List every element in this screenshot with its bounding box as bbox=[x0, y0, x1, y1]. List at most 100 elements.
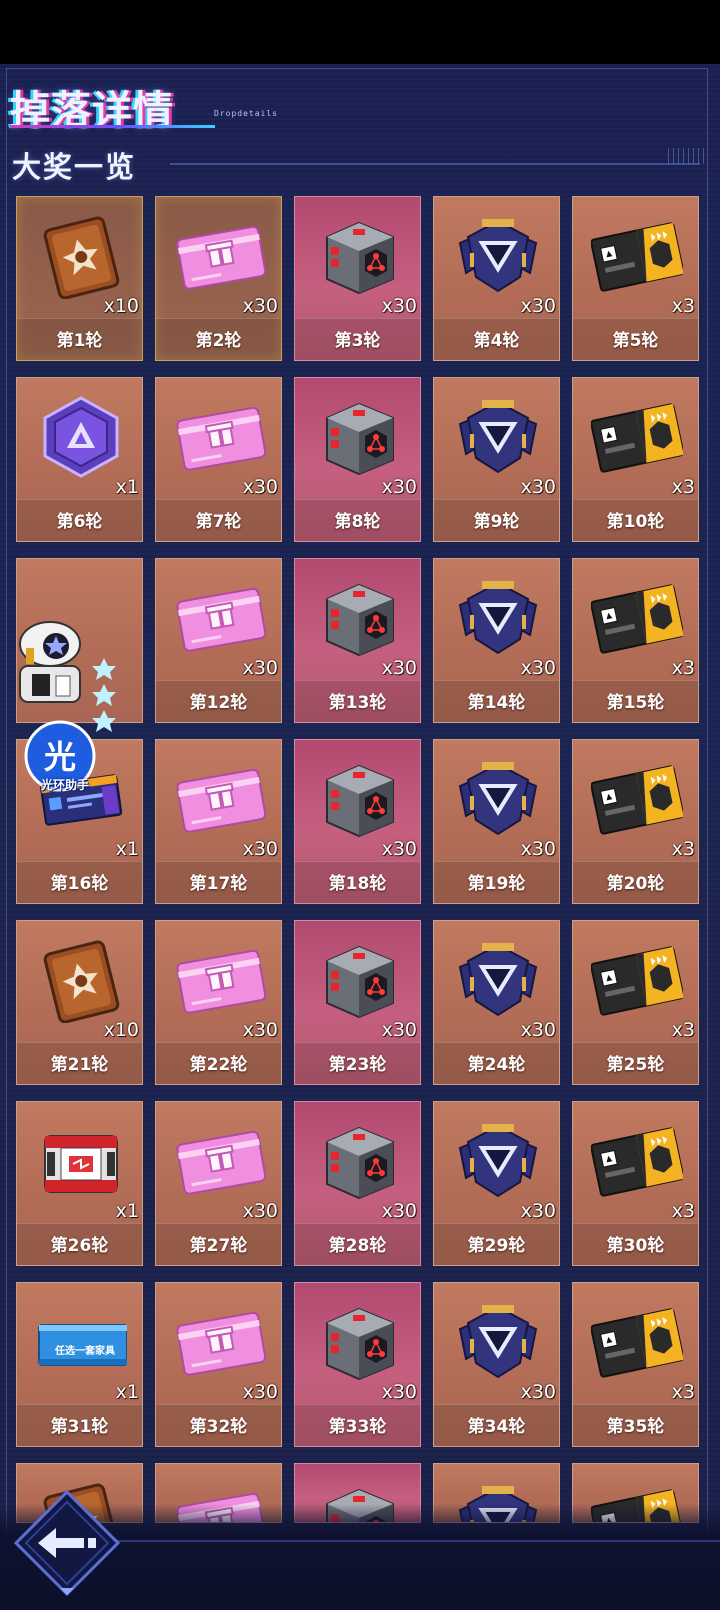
bronze-card-icon bbox=[35, 937, 127, 1023]
reward-quantity: x3 bbox=[671, 1200, 695, 1222]
round-label: 第23轮 bbox=[328, 1055, 387, 1075]
reward-card[interactable]: x10 第1轮 bbox=[16, 196, 143, 361]
reward-card[interactable]: x3 第25轮 bbox=[572, 920, 699, 1085]
triangle-core-icon bbox=[452, 1118, 544, 1204]
reward-quantity: x1 bbox=[115, 1381, 139, 1403]
round-label: 第30轮 bbox=[606, 1236, 665, 1256]
triangle-core-icon bbox=[452, 756, 544, 842]
metal-crate-icon bbox=[313, 213, 405, 299]
reward-card[interactable]: x30 第2轮 bbox=[155, 196, 282, 361]
reward-card[interactable]: x3 第15轮 bbox=[572, 558, 699, 723]
reward-quantity: x30 bbox=[242, 1200, 278, 1222]
reward-quantity: x30 bbox=[381, 657, 417, 679]
section-title: 大奖一览 bbox=[12, 150, 137, 184]
assistant-glyph: 光 bbox=[43, 738, 76, 776]
reward-card[interactable]: x30 第12轮 bbox=[155, 558, 282, 723]
round-label: 第18轮 bbox=[328, 874, 387, 894]
red-chest-icon bbox=[35, 1118, 127, 1204]
reward-card[interactable]: x3 第20轮 bbox=[572, 739, 699, 904]
reward-card[interactable]: x30 第32轮 bbox=[155, 1282, 282, 1447]
triangle-core-icon bbox=[452, 575, 544, 661]
reward-card[interactable]: x3 第5轮 bbox=[572, 196, 699, 361]
triangle-core-icon bbox=[452, 394, 544, 480]
round-label: 第19轮 bbox=[467, 874, 526, 894]
round-label: 第9轮 bbox=[473, 512, 520, 532]
reward-quantity: x30 bbox=[381, 1200, 417, 1222]
reward-card[interactable]: x3 第35轮 bbox=[572, 1282, 699, 1447]
round-label: 第7轮 bbox=[195, 512, 242, 532]
gold-ticket-icon bbox=[591, 1118, 683, 1204]
reward-card[interactable]: x30 第24轮 bbox=[433, 920, 560, 1085]
reward-card[interactable]: x30 第17轮 bbox=[155, 739, 282, 904]
metal-crate-icon bbox=[313, 1118, 405, 1204]
assistant-float-icon[interactable]: 光 bbox=[12, 620, 116, 796]
round-label: 第8轮 bbox=[334, 512, 381, 532]
pink-gift-ticket-icon bbox=[174, 756, 266, 842]
reward-quantity: x30 bbox=[242, 295, 278, 317]
round-label: 第15轮 bbox=[606, 693, 665, 713]
reward-quantity: x30 bbox=[520, 476, 556, 498]
reward-card[interactable]: x30 第23轮 bbox=[294, 920, 421, 1085]
section-divider bbox=[170, 163, 700, 165]
reward-quantity: x1 bbox=[115, 476, 139, 498]
reward-card[interactable]: x10 第21轮 bbox=[16, 920, 143, 1085]
round-label: 第24轮 bbox=[467, 1055, 526, 1075]
reward-card[interactable]: x30 第7轮 bbox=[155, 377, 282, 542]
back-button[interactable] bbox=[12, 1488, 122, 1598]
reward-quantity: x3 bbox=[671, 1381, 695, 1403]
reward-card[interactable]: x30 第14轮 bbox=[433, 558, 560, 723]
reward-card[interactable]: x30 第34轮 bbox=[433, 1282, 560, 1447]
reward-card[interactable]: x30 第13轮 bbox=[294, 558, 421, 723]
gold-ticket-icon bbox=[591, 394, 683, 480]
reward-quantity: x3 bbox=[671, 295, 695, 317]
reward-quantity: x30 bbox=[242, 1381, 278, 1403]
metal-crate-icon bbox=[313, 394, 405, 480]
reward-card[interactable]: x30 第9轮 bbox=[433, 377, 560, 542]
metal-crate-icon bbox=[313, 1299, 405, 1385]
reward-card[interactable]: x30 第8轮 bbox=[294, 377, 421, 542]
reward-card[interactable]: x1 第6轮 bbox=[16, 377, 143, 542]
pink-gift-ticket-icon bbox=[174, 394, 266, 480]
title-underline bbox=[10, 125, 215, 128]
assistant-label: 光环助手 bbox=[40, 778, 89, 792]
pink-gift-ticket-icon bbox=[174, 1118, 266, 1204]
reward-quantity: x3 bbox=[671, 1019, 695, 1041]
round-label: 第26轮 bbox=[50, 1236, 109, 1256]
reward-card[interactable]: x30 第28轮 bbox=[294, 1101, 421, 1266]
reward-card[interactable]: x30 第29轮 bbox=[433, 1101, 560, 1266]
reward-quantity: x10 bbox=[103, 1019, 139, 1041]
gold-ticket-icon bbox=[591, 213, 683, 299]
round-label: 第33轮 bbox=[328, 1417, 387, 1437]
reward-card[interactable]: x30 第33轮 bbox=[294, 1282, 421, 1447]
reward-card[interactable]: x30 第27轮 bbox=[155, 1101, 282, 1266]
round-label: 第13轮 bbox=[328, 693, 387, 713]
reward-card[interactable]: x30 第3轮 bbox=[294, 196, 421, 361]
reward-card[interactable]: x30 第19轮 bbox=[433, 739, 560, 904]
reward-grid: x10 第1轮 x30 第2轮 x30 第3轮 x30 第4轮 x3 第5轮 x1 第6轮 x30 第7轮… bbox=[16, 196, 706, 1523]
round-label: 第2轮 bbox=[195, 331, 242, 351]
round-label: 第4轮 bbox=[473, 331, 520, 351]
reward-card[interactable]: x1 第26轮 bbox=[16, 1101, 143, 1266]
reward-card[interactable]: x3 第10轮 bbox=[572, 377, 699, 542]
reward-card[interactable]: x30 第4轮 bbox=[433, 196, 560, 361]
triangle-core-icon bbox=[452, 937, 544, 1023]
metal-crate-icon bbox=[313, 756, 405, 842]
reward-card[interactable]: 任选一套家具 x1 第31轮 bbox=[16, 1282, 143, 1447]
pink-gift-ticket-icon bbox=[174, 575, 266, 661]
round-label: 第17轮 bbox=[189, 874, 248, 894]
bronze-card-icon bbox=[35, 213, 127, 299]
reward-quantity: x30 bbox=[520, 1019, 556, 1041]
reward-card[interactable]: x3 第30轮 bbox=[572, 1101, 699, 1266]
round-label: 第3轮 bbox=[334, 331, 381, 351]
reward-card[interactable]: x30 第22轮 bbox=[155, 920, 282, 1085]
round-label: 第20轮 bbox=[606, 874, 665, 894]
round-label: 第16轮 bbox=[50, 874, 109, 894]
pink-gift-ticket-icon bbox=[174, 213, 266, 299]
round-label: 第14轮 bbox=[467, 693, 526, 713]
round-label: 第12轮 bbox=[189, 693, 248, 713]
ticket-text: 任选一套家具 bbox=[55, 1346, 115, 1357]
reward-quantity: x30 bbox=[520, 657, 556, 679]
round-label: 第6轮 bbox=[56, 512, 103, 532]
reward-card[interactable]: x30 第18轮 bbox=[294, 739, 421, 904]
reward-quantity: x3 bbox=[671, 657, 695, 679]
